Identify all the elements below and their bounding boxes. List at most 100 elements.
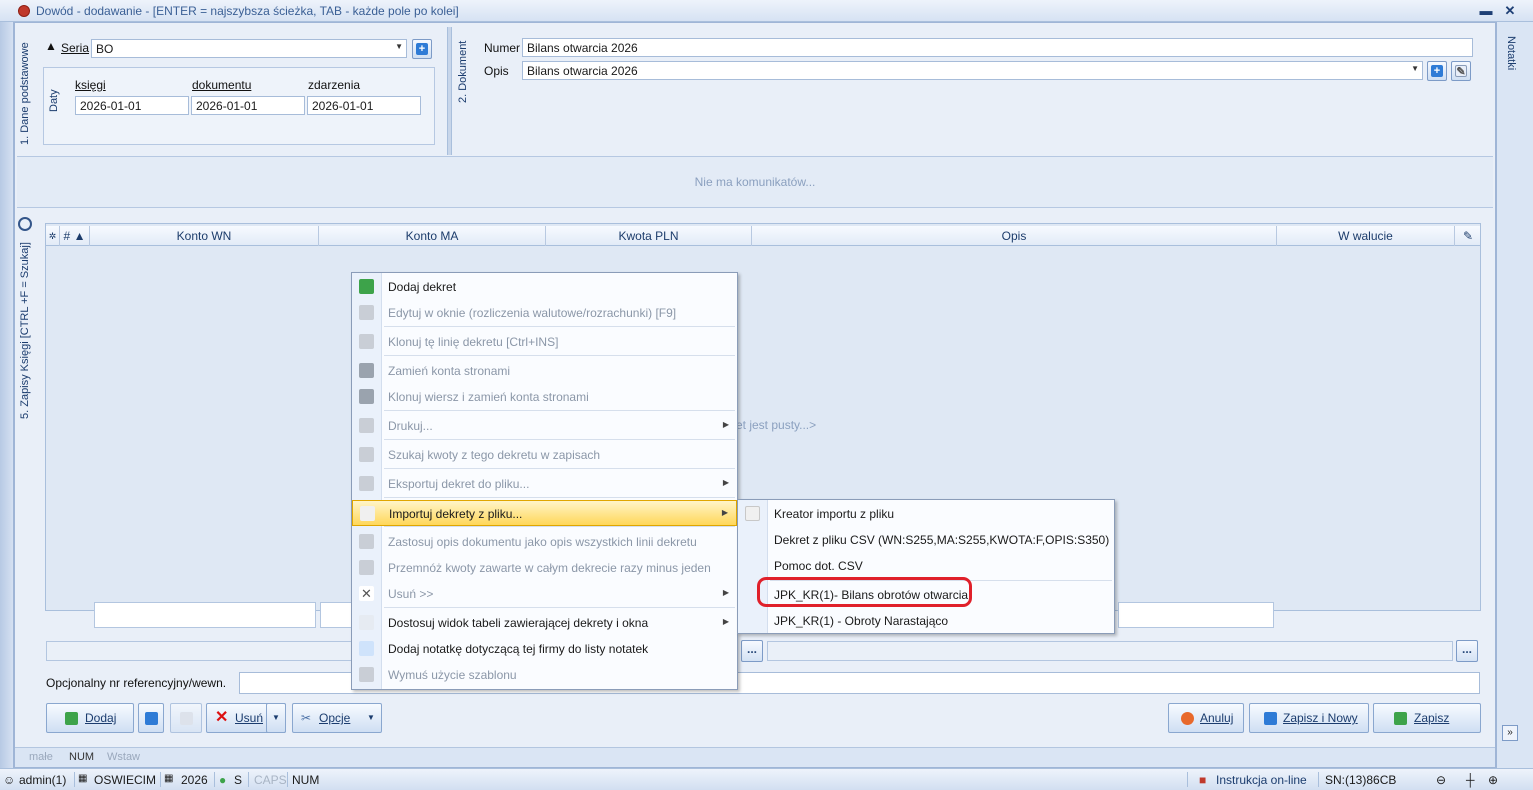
column-header-kwota-pln[interactable]: Kwota PLN [546,226,752,246]
add-opis-button[interactable]: + [1427,61,1447,81]
left-app-strip [0,22,14,768]
anuluj-button[interactable]: Anuluj [1168,703,1244,733]
edit-row-button[interactable] [170,703,202,733]
dokumentu-date-input[interactable]: 2026-01-01 [191,96,305,115]
opis-label: Opis [484,64,509,78]
wizard-icon [745,506,760,521]
lookup-right-button[interactable]: ... [1456,640,1478,662]
add-seria-button[interactable]: + [412,39,432,59]
column-number-label: # [63,229,71,243]
grid-header: ✲ # ▲ Konto WN Konto MA Kwota PLN Opis W… [46,226,1480,246]
menu-item-label: Drukuj... [388,419,433,433]
menu-item-zastosuj-opis-dokumentu-jako-opis-wszyst[interactable]: Zastosuj opis dokumentu jako opis wszyst… [352,529,737,555]
expand-icon[interactable]: » [1502,725,1518,741]
column-header-opis[interactable]: Opis [752,226,1277,246]
zoom-slider-icon[interactable]: ┼ [1466,773,1475,787]
edit-columns-icon[interactable]: ✎ [1455,226,1481,246]
usun-dropdown-button[interactable]: ▼ [266,703,286,733]
ksiegi-date-input[interactable]: 2026-01-01 [75,96,189,115]
company-icon: ▦ [78,773,88,784]
chevron-right-icon: ▶ [722,617,729,626]
submenu-dekret-csv[interactable]: Dekret z pliku CSV (WN:S255,MA:S255,KWOT… [738,527,1114,553]
column-header-konto-wn[interactable]: Konto WN [90,226,319,246]
tab-notatki[interactable]: Notatki [1505,36,1517,70]
tab-zapisy[interactable]: 5. Zapisy Księgi [CTRL +F = Szukaj] [19,242,31,419]
menu-item-usun[interactable]: ✕ Usuń >> ▶ [352,581,737,607]
separator [1318,772,1319,787]
window-title: Dowód - dodawanie - [ENTER = najszybsza … [36,4,459,18]
column-header-w-walucie[interactable]: W walucie [1277,226,1455,246]
menu-item-przemnoz-kwoty-zawarte-w-ca-ym-dekrecie-[interactable]: Przemnóż kwoty zawarte w całym dekrecie … [352,555,737,581]
status-year[interactable]: 2026 [181,773,208,787]
menu-item-importuj-dekrety-z-pliku[interactable]: Importuj dekrety z pliku... ▶ [352,500,737,526]
messages-panel: Nie ma komunikatów... [17,156,1493,208]
menu-item-label: Zamień konta stronami [388,364,511,378]
menu-item-dostosuj-widok-tabeli-zawierajacej-dekre[interactable]: Dostosuj widok tabeli zawierającej dekre… [352,610,737,636]
menu-item-drukuj[interactable]: Drukuj... ▶ [352,413,737,439]
submenu-kreator-importu[interactable]: Kreator importu z pliku [738,501,1114,527]
menu-item-label: Dodaj notatkę dotyczącą tej firmy do lis… [388,642,649,656]
dokumentu-label: dokumentu [192,78,252,92]
submenu-jpk-obroty-narastajaco[interactable]: JPK_KR(1) - Obroty Narastająco [738,608,1114,634]
anuluj-label: Anuluj [1200,711,1234,725]
restore-icon[interactable]: ▬ [1478,3,1494,19]
menu-item-zamien-konta-stronami[interactable]: Zamień konta stronami [352,358,737,384]
zoom-out-icon[interactable]: ⊖ [1436,773,1446,787]
ksiegi-label: księgi [75,78,106,92]
status-s: S [234,773,243,787]
dodaj-button[interactable]: Dodaj [46,703,134,733]
menu-separator [384,410,735,411]
menu-item-dodaj-dekret[interactable]: Dodaj dekret [352,274,737,300]
reference-label: Opcjonalny nr referencyjny/wewn. [46,676,227,690]
edit-opis-button[interactable]: ✎ [1451,61,1471,81]
lookup-bar-right[interactable] [767,641,1453,661]
column-settings-icon[interactable]: ✲ [46,226,60,246]
menu-item-label: Edytuj w oknie (rozliczenia walutowe/roz… [388,306,677,320]
menu-item-eksportuj-dekret-do-pliku[interactable]: Eksportuj dekret do pliku... ▶ [352,471,737,497]
zapisz-button[interactable]: Zapisz [1373,703,1481,733]
column-header-number[interactable]: # ▲ [60,226,90,246]
close-icon[interactable]: ✕ [1502,3,1518,19]
import-icon [360,506,375,521]
separator [214,772,215,787]
menu-item-dodaj-notatke-dotyczaca-tej-firmy-do-lis[interactable]: Dodaj notatkę dotyczącą tej firmy do lis… [352,636,737,662]
menu-separator [384,326,735,327]
seria-select[interactable]: BO ▼ [91,39,407,58]
status-company[interactable]: OSWIECIM [94,773,156,787]
tab-dokument[interactable]: 2. Dokument [457,41,469,103]
menu-item-label: Usuń >> [388,587,434,601]
calendar-icon: ▦ [164,773,174,784]
zapisz-i-nowy-button[interactable]: Zapisz i Nowy [1249,703,1369,733]
zoom-in-icon[interactable]: ⊕ [1488,773,1498,787]
edit-icon [359,305,374,320]
status-instrukcja[interactable]: Instrukcja on-line [1216,773,1307,787]
app-status-bar: ☺ admin(1) ▦ OSWIECIM ▦ 2026 ● S CAPS NU… [0,768,1533,790]
splitter[interactable] [447,27,452,155]
tab-dane-podstawowe[interactable]: 1. Dane podstawowe [19,41,31,145]
numer-input[interactable]: Bilans otwarcia 2026 [522,38,1473,57]
sum-konto-wn [94,602,316,628]
menu-item-label: Przemnóż kwoty zawarte w całym dekrecie … [388,561,711,575]
menu-item-szukaj-kwoty-z-tego-dekretu-w-zapisach[interactable]: Szukaj kwoty z tego dekretu w zapisach [352,442,737,468]
column-header-konto-ma[interactable]: Konto MA [319,226,546,246]
menu-separator [384,355,735,356]
edit-icon [180,712,193,725]
lookup-left-button[interactable]: ... [741,640,763,662]
delete-icon: ✕ [359,586,374,601]
opis-select[interactable]: Bilans otwarcia 2026 ▼ [522,61,1423,80]
zdarzenia-date-input[interactable]: 2026-01-01 [307,96,421,115]
submenu-label: Kreator importu z pliku [774,507,895,521]
opcje-button[interactable]: ✂ Opcje ▼ [292,703,382,733]
menu-item-klonuj-wiersz-i-zamien-konta-stronami[interactable]: Klonuj wiersz i zamień konta stronami [352,384,737,410]
import-submenu: Kreator importu z pliku Dekret z pliku C… [737,499,1115,634]
menu-item-klonuj-te-linie-dekretu-ctrl-ins[interactable]: Klonuj tę linię dekretu [Ctrl+INS] [352,329,737,355]
menu-item-wymus-uzycie-szablonu[interactable]: Wymuś użycie szablonu [352,662,737,688]
daty-group: Daty księgi 2026-01-01 dokumentu 2026-01… [43,67,435,145]
menu-item-edytuj-w-oknie-rozliczenia-walutowe-rozr[interactable]: Edytuj w oknie (rozliczenia walutowe/roz… [352,300,737,326]
delete-x-icon: ✕ [215,709,229,726]
title-bar: Dowód - dodawanie - [ENTER = najszybsza … [0,0,1533,22]
seria-icon: ▲ [45,39,57,53]
add-row-button[interactable] [138,703,164,733]
submenu-pomoc-csv[interactable]: Pomoc dot. CSV [738,553,1114,579]
separator [1187,772,1188,787]
